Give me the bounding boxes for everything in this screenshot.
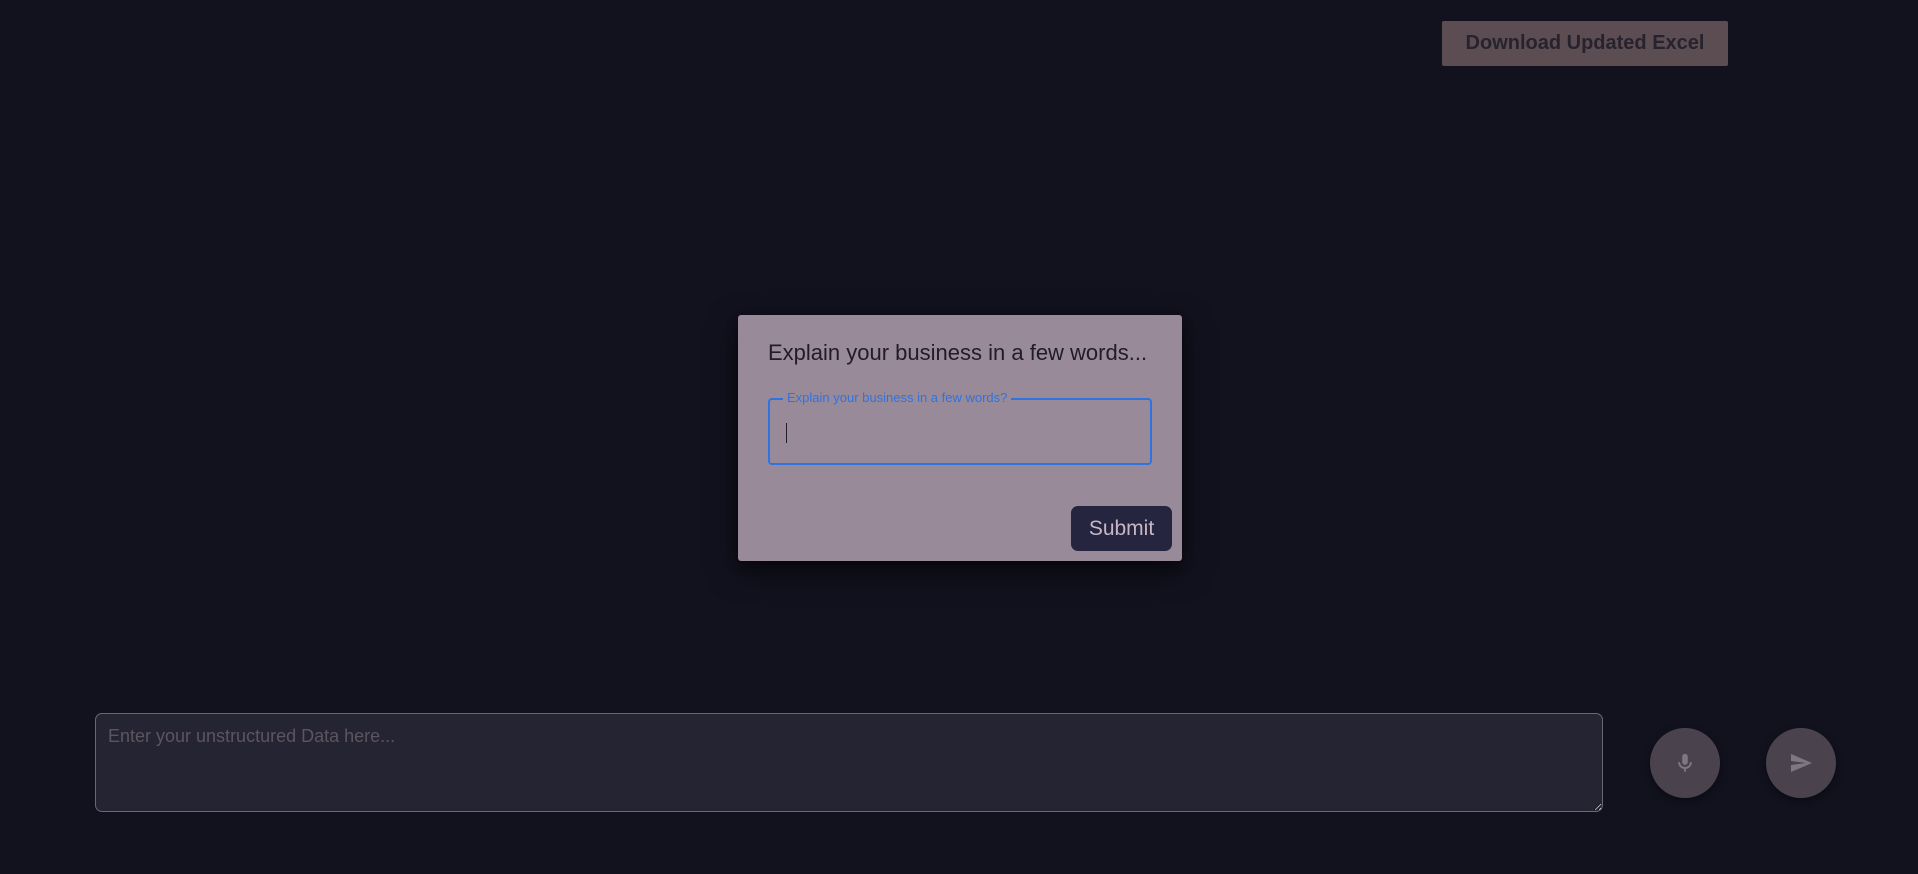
unstructured-data-input[interactable] <box>95 713 1603 812</box>
business-description-input[interactable] <box>784 414 1136 448</box>
business-description-dialog: Explain your business in a few words... … <box>738 315 1182 561</box>
microphone-button[interactable] <box>1650 728 1720 798</box>
business-description-field[interactable]: Explain your business in a few words? <box>768 390 1152 465</box>
dialog-title: Explain your business in a few words... <box>768 340 1148 365</box>
send-button[interactable] <box>1766 728 1836 798</box>
text-caret <box>786 423 787 443</box>
microphone-icon <box>1678 753 1692 772</box>
send-icon <box>1791 754 1812 772</box>
business-description-label: Explain your business in a few words? <box>783 390 1012 406</box>
submit-button[interactable]: Submit <box>1071 506 1172 551</box>
